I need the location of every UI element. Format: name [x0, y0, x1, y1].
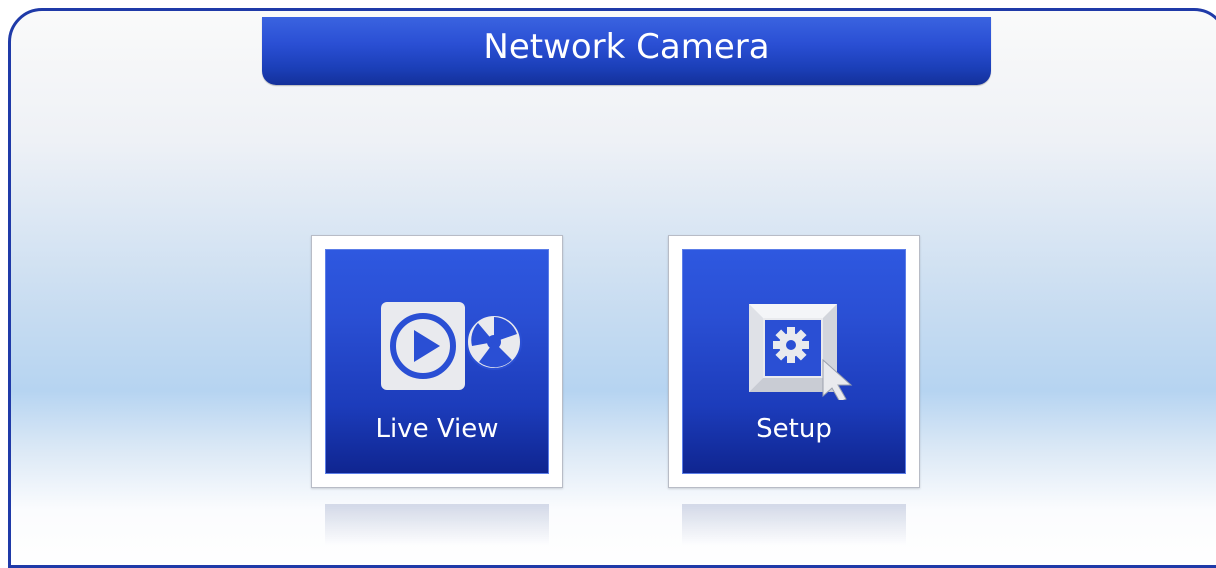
setup-icon	[683, 290, 905, 403]
setup-button[interactable]: Setup	[682, 249, 906, 474]
setup-reflection	[682, 504, 906, 545]
page-title: Network Camera	[262, 17, 991, 85]
live-view-tile-frame: Live View	[311, 235, 563, 488]
live-view-label: Live View	[375, 414, 499, 444]
live-view-button[interactable]: Live View	[325, 249, 549, 474]
main-frame: Network Camera	[8, 8, 1216, 568]
setup-tile-frame: Setup	[668, 235, 920, 488]
live-view-reflection	[325, 504, 549, 545]
live-view-icon	[326, 290, 548, 400]
setup-label: Setup	[756, 414, 832, 444]
